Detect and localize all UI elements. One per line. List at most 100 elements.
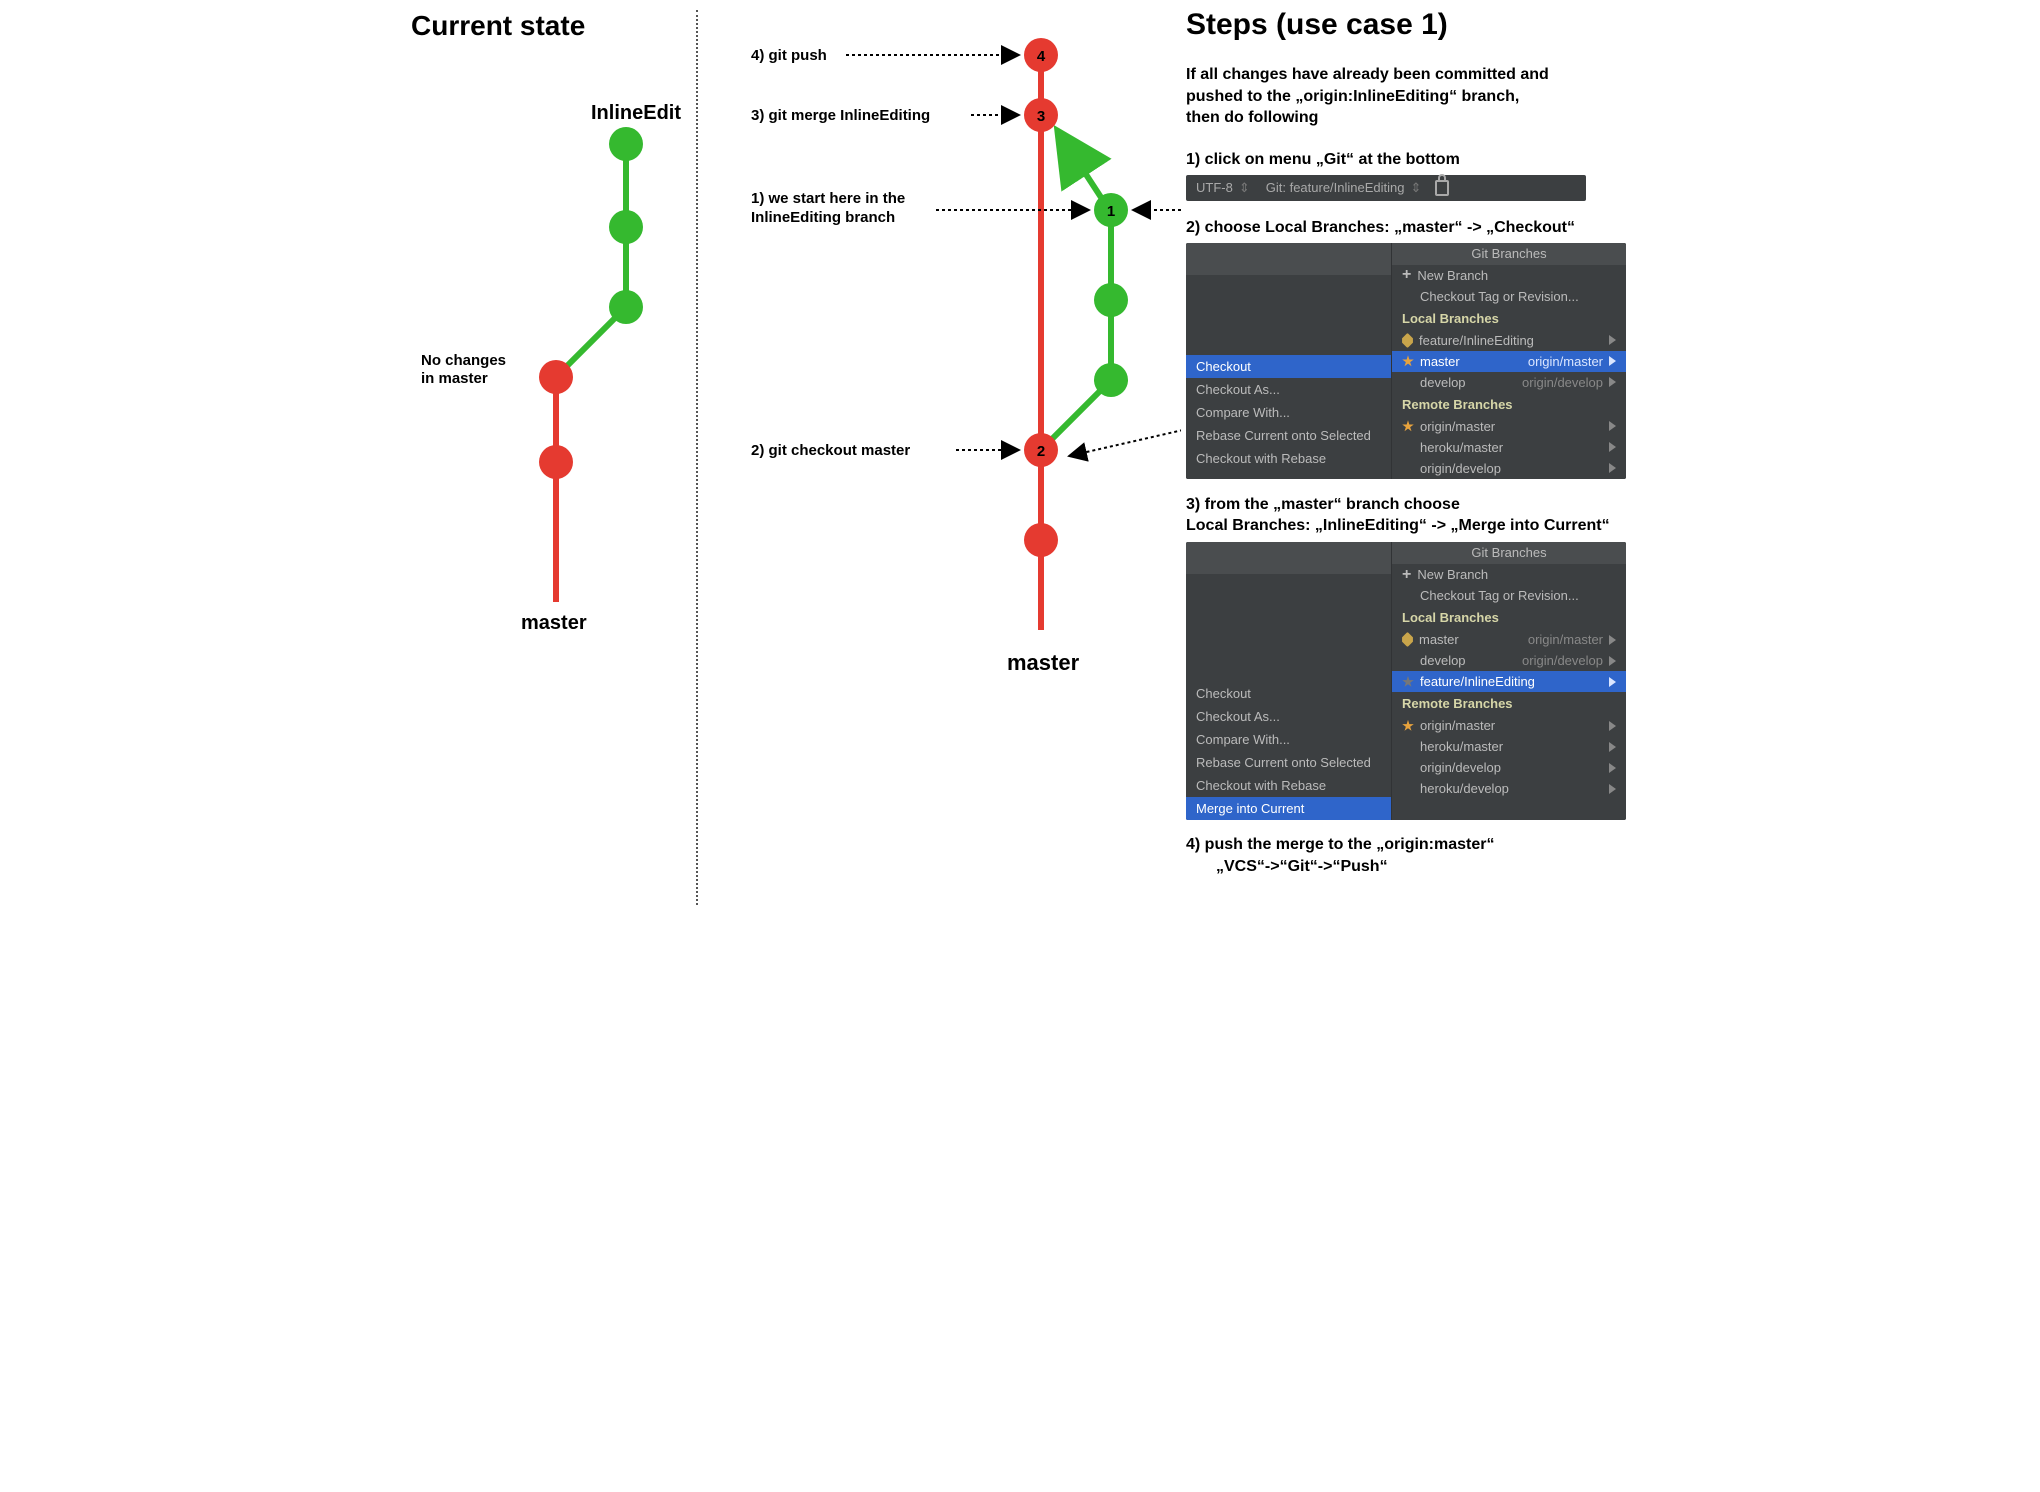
new-branch-item[interactable]: +New Branch bbox=[1392, 265, 1626, 286]
chevron-right-icon bbox=[1609, 784, 1616, 794]
ide2-branch-feature-label: feature/InlineEditing bbox=[1420, 674, 1535, 689]
menu-checkout-rebase-label: Checkout with Rebase bbox=[1196, 451, 1326, 466]
menu-rebase-selected[interactable]: Rebase Current onto Selected bbox=[1186, 424, 1391, 447]
ide2-master-tracking: origin/master bbox=[1528, 632, 1603, 647]
heading-current-state: Current state bbox=[411, 10, 691, 42]
branch-develop[interactable]: developorigin/develop bbox=[1392, 372, 1626, 393]
step-label-1: 1) we start here in the InlineEditing br… bbox=[751, 190, 905, 228]
ide2-new-branch-label: New Branch bbox=[1417, 567, 1488, 582]
menu2-checkout[interactable]: Checkout bbox=[1186, 682, 1391, 705]
updown-icon-2: ⇕ bbox=[1411, 175, 1422, 201]
ide-status-bar[interactable]: UTF-8 ⇕ Git: feature/InlineEditing ⇕ bbox=[1186, 175, 1586, 201]
chevron-right-icon bbox=[1609, 742, 1616, 752]
lock-icon bbox=[1435, 180, 1449, 196]
remote-heroku-master[interactable]: heroku/master bbox=[1392, 437, 1626, 458]
note-no-changes: No changes in master bbox=[421, 352, 506, 388]
ide2-new-branch[interactable]: + New Branch bbox=[1392, 564, 1626, 585]
menu-checkout-as[interactable]: Checkout As... bbox=[1186, 378, 1391, 401]
ide2-remote-heroku-master-label: heroku/master bbox=[1420, 739, 1503, 754]
remote-origin-develop[interactable]: origin/develop bbox=[1392, 458, 1626, 479]
star-icon bbox=[1402, 720, 1414, 732]
label-master-bottom2: master bbox=[1007, 650, 1079, 676]
step-label-2: 2) git checkout master bbox=[751, 442, 910, 459]
menu2-merge[interactable]: Merge into Current bbox=[1186, 797, 1391, 820]
menu2-checkout-as[interactable]: Checkout As... bbox=[1186, 705, 1391, 728]
menu-rebase-selected-label: Rebase Current onto Selected bbox=[1196, 428, 1371, 443]
checkout-tag-item[interactable]: Checkout Tag or Revision... bbox=[1392, 286, 1626, 307]
intro-line3: then do following bbox=[1186, 109, 1318, 126]
plus-icon: + bbox=[1402, 269, 1411, 281]
updown-icon: ⇕ bbox=[1239, 175, 1250, 201]
menu2-merge-label: Merge into Current bbox=[1196, 801, 1304, 816]
ide2-remote-heroku-develop[interactable]: heroku/develop bbox=[1392, 778, 1626, 799]
branch-master[interactable]: masterorigin/master bbox=[1392, 351, 1626, 372]
ide2-remote-heroku-master[interactable]: heroku/master bbox=[1392, 736, 1626, 757]
menu2-rebase-selected[interactable]: Rebase Current onto Selected bbox=[1186, 751, 1391, 774]
label-master-bottom: master bbox=[521, 612, 587, 635]
ide2-branch-master[interactable]: master origin/master bbox=[1392, 629, 1626, 650]
step2-text: 2) choose Local Branches: „master“ -> „C… bbox=[1186, 219, 1641, 237]
menu-checkout[interactable]: Checkout bbox=[1186, 355, 1391, 378]
ide2-branch-develop-label: develop bbox=[1420, 653, 1466, 668]
chevron-right-icon bbox=[1609, 721, 1616, 731]
ide2-checkout-tag-label: Checkout Tag or Revision... bbox=[1402, 588, 1579, 603]
remote-origin-master-label: origin/master bbox=[1420, 419, 1495, 434]
step1-text: 1) click on menu „Git“ at the bottom bbox=[1186, 151, 1641, 169]
menu2-checkout-as-label: Checkout As... bbox=[1196, 709, 1280, 724]
remote-origin-master[interactable]: origin/master bbox=[1392, 416, 1626, 437]
menu2-checkout-rebase-label: Checkout with Rebase bbox=[1196, 778, 1326, 793]
intro-line1: If all changes have already been committ… bbox=[1186, 66, 1549, 83]
remote-heroku-master-label: heroku/master bbox=[1420, 440, 1503, 455]
ide2-branch-master-label: master bbox=[1419, 632, 1459, 647]
label-inlineedit: InlineEdit bbox=[591, 102, 681, 125]
ide2-left-menu: Checkout Checkout As... Compare With... … bbox=[1186, 542, 1392, 820]
chevron-right-icon bbox=[1609, 377, 1616, 387]
ide2-checkout-tag[interactable]: Checkout Tag or Revision... bbox=[1392, 585, 1626, 606]
ide2-section-local: Local Branches bbox=[1392, 606, 1626, 629]
chevron-right-icon bbox=[1609, 442, 1616, 452]
intro-text: If all changes have already been committ… bbox=[1186, 64, 1641, 129]
menu2-checkout-label: Checkout bbox=[1196, 686, 1251, 701]
star-icon bbox=[1402, 676, 1414, 688]
chevron-right-icon bbox=[1609, 763, 1616, 773]
ide2-right-panel: Git Branches +New Branch Checkout Tag or… bbox=[1392, 542, 1626, 820]
chevron-right-icon bbox=[1609, 356, 1616, 366]
ide2-remote-origin-master-label: origin/master bbox=[1420, 718, 1495, 733]
col-current-state: Current state InlineEdit No changes in m… bbox=[411, 0, 691, 662]
ide1-toolbar bbox=[1186, 243, 1391, 275]
menu2-rebase-selected-label: Rebase Current onto Selected bbox=[1196, 755, 1371, 770]
menu-compare[interactable]: Compare With... bbox=[1186, 401, 1391, 424]
heading-steps: Steps (use case 1) bbox=[1186, 8, 1641, 42]
chevron-right-icon bbox=[1609, 635, 1616, 645]
ide2-branch-feature-inline[interactable]: feature/InlineEditing bbox=[1392, 671, 1626, 692]
ide1-title: Git Branches bbox=[1392, 243, 1626, 265]
svg-text:3: 3 bbox=[1037, 108, 1045, 125]
step-label-4: 4) git push bbox=[751, 47, 827, 64]
tag-icon bbox=[1400, 333, 1416, 349]
ide2-toolbar bbox=[1186, 542, 1391, 574]
star-icon bbox=[1402, 420, 1414, 432]
star-icon bbox=[1402, 355, 1414, 367]
plus-icon: + bbox=[1402, 569, 1411, 581]
step3-text: 3) from the „master“ branch choose Local… bbox=[1186, 495, 1641, 537]
tag-icon bbox=[1400, 632, 1416, 648]
branch-feature-inline[interactable]: feature/InlineEditing bbox=[1392, 330, 1626, 351]
ide1-right-panel: Git Branches +New Branch Checkout Tag or… bbox=[1392, 243, 1626, 479]
note-line1: No changes bbox=[421, 352, 506, 369]
statusbar-git-branch[interactable]: Git: feature/InlineEditing bbox=[1266, 175, 1405, 201]
column-separator bbox=[696, 10, 698, 905]
ide2-remote-origin-develop[interactable]: origin/develop bbox=[1392, 757, 1626, 778]
ide2-remote-origin-master[interactable]: origin/master bbox=[1392, 715, 1626, 736]
menu2-compare[interactable]: Compare With... bbox=[1186, 728, 1391, 751]
chevron-right-icon bbox=[1609, 656, 1616, 666]
section-local-branches: Local Branches bbox=[1392, 307, 1626, 330]
menu-checkout-rebase[interactable]: Checkout with Rebase bbox=[1186, 447, 1391, 470]
branch-develop-label: develop bbox=[1420, 375, 1466, 390]
svg-text:1: 1 bbox=[1107, 203, 1115, 220]
step3-line1: 3) from the „master“ branch choose bbox=[1186, 496, 1460, 513]
menu2-compare-label: Compare With... bbox=[1196, 732, 1290, 747]
statusbar-encoding[interactable]: UTF-8 bbox=[1196, 175, 1233, 201]
ide-panel-1: Checkout Checkout As... Compare With... … bbox=[1186, 243, 1626, 479]
ide2-branch-develop[interactable]: developorigin/develop bbox=[1392, 650, 1626, 671]
menu2-checkout-rebase[interactable]: Checkout with Rebase bbox=[1186, 774, 1391, 797]
